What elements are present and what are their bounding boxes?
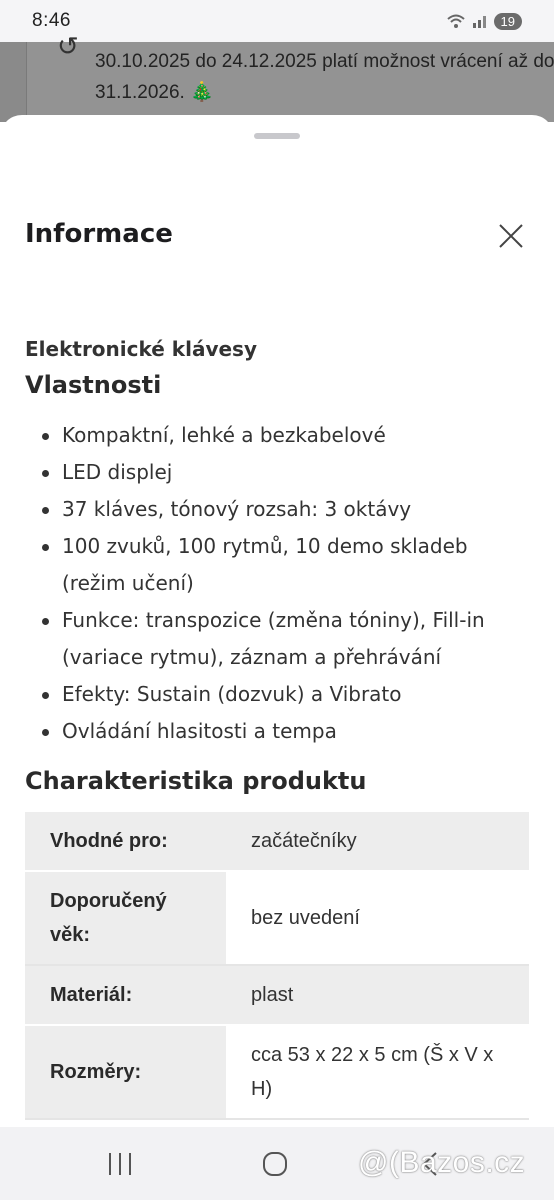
feature-item: LED displej — [25, 454, 535, 491]
background-page-scrim: ↺ 30.10.2025 do 24.12.2025 platí možnost… — [0, 32, 554, 122]
spec-row: Materiál: plast — [25, 965, 529, 1025]
info-sheet: Informace Elektronické klávesy Vlastnost… — [0, 115, 554, 1127]
spec-value: plast — [226, 965, 529, 1025]
spec-heading: Charakteristika produktu — [25, 767, 367, 795]
spec-row: Doporučený věk: bez uvedení — [25, 871, 529, 965]
close-button[interactable] — [494, 219, 528, 253]
product-name: Elektronické klávesy — [25, 337, 257, 361]
home-icon — [263, 1152, 287, 1176]
return-icon: ↺ — [57, 32, 79, 62]
spec-row: Rozměry: cca 53 x 22 x 5 cm (Š x V x H) — [25, 1025, 529, 1119]
status-icons: 19 — [446, 12, 522, 30]
spec-row: Vhodné pro: začátečníky — [25, 812, 529, 871]
features-heading: Vlastnosti — [25, 371, 162, 399]
spec-table: Vhodné pro: začátečníky Doporučený věk: … — [25, 812, 529, 1120]
recents-icon — [109, 1153, 131, 1175]
sheet-title: Informace — [25, 219, 173, 249]
recents-button[interactable] — [100, 1149, 140, 1179]
status-bar: 8:46 19 — [0, 0, 554, 42]
spec-label: Vhodné pro: — [25, 812, 226, 871]
feature-item: Efekty: Sustain (dozvuk) a Vibrato — [25, 676, 535, 713]
feature-item: Funkce: transpozice (změna tóniny), Fill… — [25, 602, 535, 676]
spec-label: Rozměry: — [25, 1025, 226, 1119]
watermark: @(Bazos.cz — [358, 1146, 526, 1179]
wifi-icon — [446, 14, 465, 28]
feature-item: 100 zvuků, 100 rytmů, 10 demo skladeb (r… — [25, 528, 535, 602]
background-card: ↺ 30.10.2025 do 24.12.2025 platí možnost… — [26, 32, 554, 122]
features-list: Kompaktní, lehké a bezkabelové LED displ… — [25, 417, 535, 750]
background-return-text: 30.10.2025 do 24.12.2025 platí možnost v… — [95, 51, 554, 103]
sheet-grabber[interactable] — [254, 133, 300, 139]
feature-item: Kompaktní, lehké a bezkabelové — [25, 417, 535, 454]
home-button[interactable] — [255, 1149, 295, 1179]
feature-item: 37 kláves, tónový rozsah: 3 oktávy — [25, 491, 535, 528]
spec-value: bez uvedení — [251, 907, 360, 929]
close-icon — [499, 224, 523, 248]
signal-icon — [472, 16, 486, 28]
spec-label: Doporučený věk: — [25, 871, 226, 965]
spec-value: cca 53 x 22 x 5 cm (Š x V x H) — [251, 1044, 494, 1100]
spec-value: začátečníky — [226, 812, 529, 871]
spec-label: Materiál: — [25, 965, 226, 1025]
status-time: 8:46 — [32, 10, 71, 31]
feature-item: Ovládání hlasitosti a tempa — [25, 713, 535, 750]
battery-badge: 19 — [493, 12, 522, 30]
